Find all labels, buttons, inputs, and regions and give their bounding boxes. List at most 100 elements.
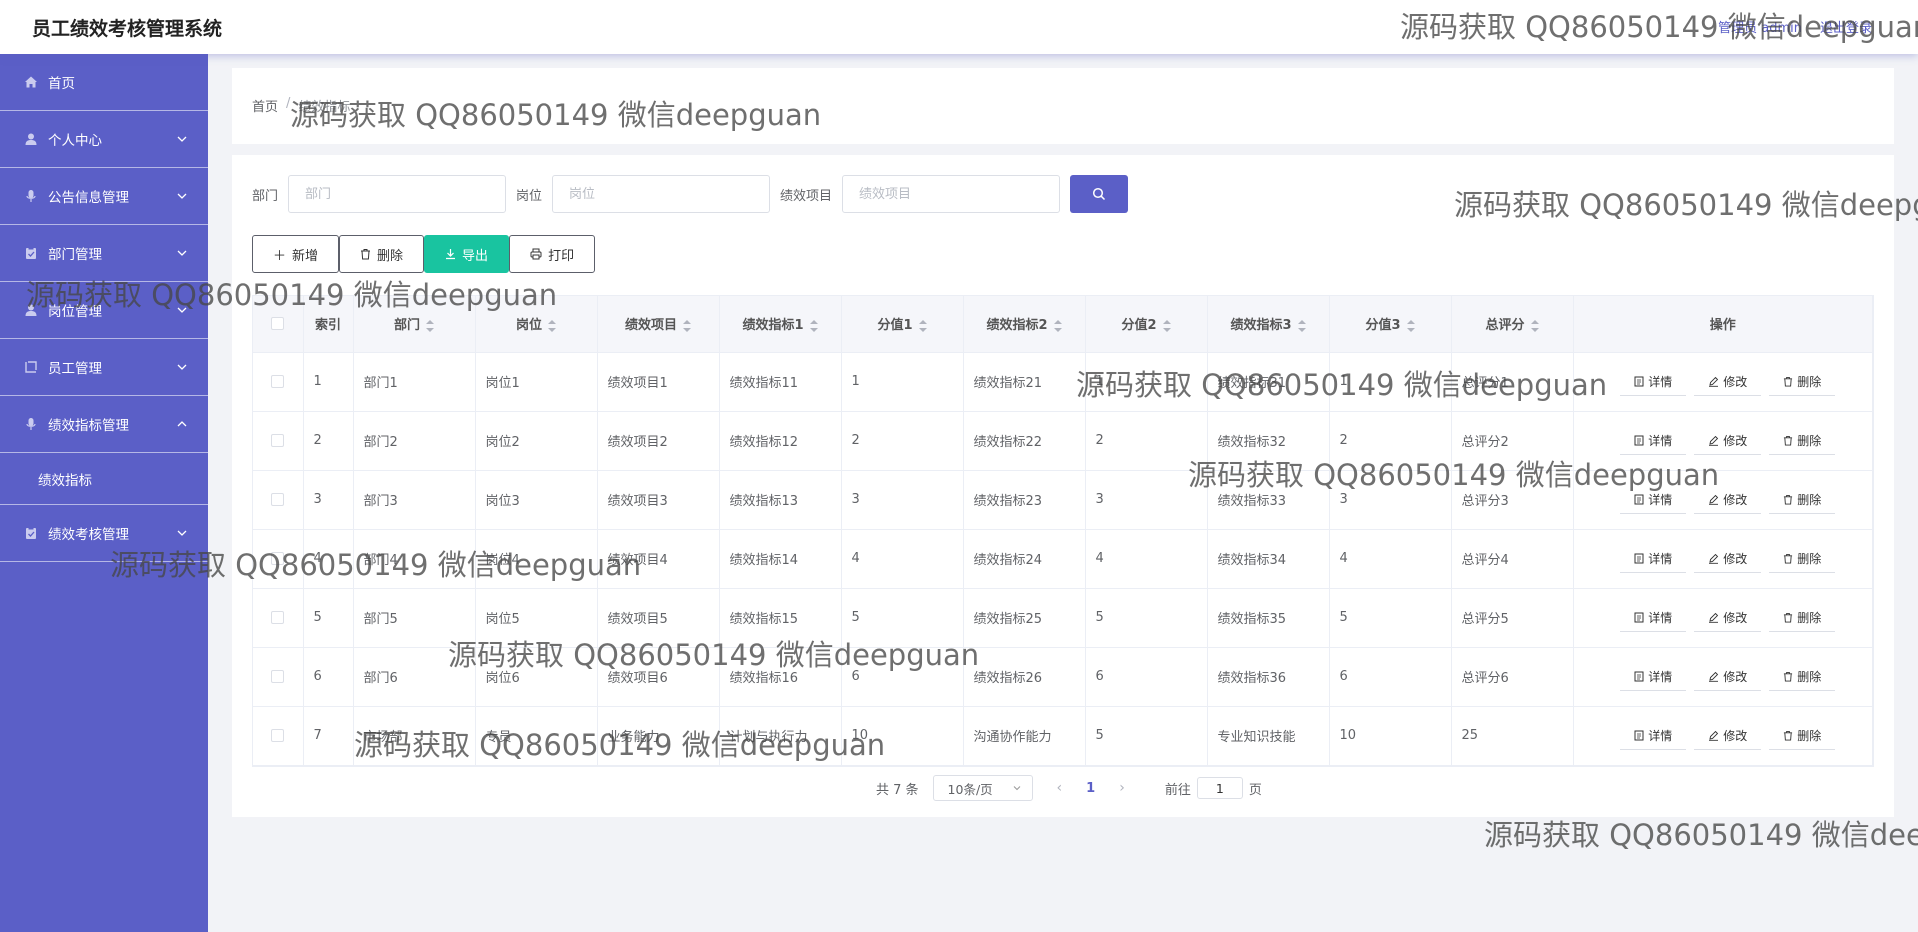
column-header[interactable]: 分值2 [1085,296,1208,353]
sort-icon[interactable] [426,319,434,332]
table-cell: 1 [1085,352,1208,412]
sort-icon[interactable] [548,319,556,332]
edit-button[interactable]: 修改 [1694,367,1762,396]
sort-icon[interactable] [1053,319,1062,332]
delete-label: 删除 [1797,492,1822,507]
row-checkbox[interactable] [271,611,285,624]
sidebar-item-employee[interactable]: 员工管理 [0,339,208,396]
breadcrumb-current: 绩效指标 [298,100,351,115]
detail-button[interactable]: 详情 [1620,544,1687,573]
row-select-cell[interactable] [253,529,304,589]
detail-button[interactable]: 详情 [1620,662,1687,691]
sidebar-item-department[interactable]: 部门管理 [0,225,208,282]
detail-button[interactable]: 详情 [1620,426,1687,455]
edit-button[interactable]: 修改 [1694,426,1762,455]
row-select-cell[interactable] [253,706,304,766]
column-header[interactable]: 绩效指标3 [1207,296,1330,353]
sort-icon[interactable] [1162,319,1171,332]
sort-icon[interactable] [918,319,927,332]
sort-icon[interactable] [809,319,818,332]
sidebar-item-profile[interactable]: 个人中心 [0,111,208,168]
table-cell: 绩效项目5 [597,588,720,648]
detail-button[interactable]: 详情 [1620,721,1687,750]
table-cell: 总评分6 [1451,647,1574,707]
row-select-cell[interactable] [253,588,304,648]
breadcrumb-home[interactable]: 首页 [252,96,278,115]
detail-label: 详情 [1648,374,1673,389]
sidebar-subitem-kpi[interactable]: 绩效指标 [0,453,208,505]
edit-button[interactable]: 修改 [1694,544,1762,573]
page-size-select[interactable]: 10条/页 [932,775,1033,801]
page-number[interactable]: 1 [1086,781,1095,796]
table-cell: 10 [841,706,964,766]
edit-button[interactable]: 修改 [1694,721,1762,750]
logout-link[interactable]: 退出登录 [1820,17,1872,36]
column-header: 索引 [303,296,354,353]
sidebar-item-assessment[interactable]: 绩效考核管理 [0,505,208,562]
next-page-button[interactable]: › [1119,780,1125,796]
table-row: 5 部门5 岗位5 绩效项目5 绩效指标15 5 绩效指标25 5 绩效指标35 5 总评分5 详情修… [253,588,1873,648]
row-delete-button[interactable]: 删除 [1769,603,1836,632]
edit-button[interactable]: 修改 [1694,662,1762,691]
prev-page-button[interactable]: ‹ [1057,780,1063,796]
row-delete-button[interactable]: 删除 [1769,426,1836,455]
edit-icon [1709,612,1719,623]
row-checkbox[interactable] [271,552,285,565]
export-button[interactable]: 导出 [424,235,510,273]
column-header[interactable]: 绩效项目 [597,296,720,353]
table-cell: 专员 [475,706,598,766]
select-all-cell[interactable] [253,296,304,353]
column-header[interactable]: 绩效指标1 [719,296,842,353]
row-checkbox[interactable] [271,375,285,388]
sort-icon[interactable] [683,319,691,332]
sidebar-item-post[interactable]: 岗位管理 [0,282,208,339]
row-delete-button[interactable]: 删除 [1769,367,1836,396]
row-select-cell[interactable] [253,352,304,412]
row-select-cell[interactable] [253,411,304,471]
column-header[interactable]: 岗位 [475,296,598,353]
search-button[interactable] [1070,175,1129,213]
row-delete-button[interactable]: 删除 [1769,544,1836,573]
row-delete-button[interactable]: 删除 [1769,662,1836,691]
table-cell: 绩效指标31 [1207,352,1330,412]
column-header[interactable]: 分值1 [841,296,964,353]
chevron-down-icon [177,530,187,536]
delete-button[interactable]: 删除 [339,235,425,273]
detail-button[interactable]: 详情 [1620,603,1687,632]
row-select-cell[interactable] [253,470,304,530]
table-row: 3 部门3 岗位3 绩效项目3 绩效指标13 3 绩效指标23 3 绩效指标33 3 总评分3 详情修… [253,470,1873,530]
column-header[interactable]: 分值3 [1329,296,1452,353]
row-checkbox[interactable] [271,729,285,742]
sort-icon[interactable] [1297,319,1306,332]
sort-icon[interactable] [1406,319,1415,332]
row-delete-button[interactable]: 删除 [1769,721,1836,750]
table-cell: 岗位2 [475,411,598,471]
row-select-cell[interactable] [253,647,304,707]
sort-icon[interactable] [1530,319,1539,332]
row-checkbox[interactable] [271,434,285,447]
detail-button[interactable]: 详情 [1620,485,1687,514]
goto-page-input[interactable] [1196,777,1243,799]
sidebar-item-label: 公告信息管理 [48,190,129,206]
row-checkbox[interactable] [271,493,285,506]
sidebar-item-notice[interactable]: 公告信息管理 [0,168,208,225]
select-all-checkbox[interactable] [271,317,285,331]
edit-button[interactable]: 修改 [1694,603,1762,632]
column-header[interactable]: 绩效指标2 [963,296,1086,353]
trash-icon [1784,435,1793,445]
table-cell: 1 [303,352,354,412]
add-button[interactable]: ＋ 新增 [252,235,340,273]
row-checkbox[interactable] [271,670,285,683]
dept-input[interactable] [288,175,507,213]
column-header[interactable]: 部门 [353,296,476,353]
row-delete-button[interactable]: 删除 [1769,485,1836,514]
print-button[interactable]: 打印 [509,235,596,273]
edit-button[interactable]: 修改 [1694,485,1762,514]
sidebar-item-home[interactable]: 首页 [0,54,208,111]
detail-button[interactable]: 详情 [1620,367,1687,396]
project-input[interactable] [842,175,1061,213]
table-cell: 绩效指标22 [963,411,1086,471]
column-header[interactable]: 总评分 [1451,296,1574,353]
sidebar-item-kpi-manage[interactable]: 绩效指标管理 [0,396,208,453]
post-input[interactable] [552,175,771,213]
